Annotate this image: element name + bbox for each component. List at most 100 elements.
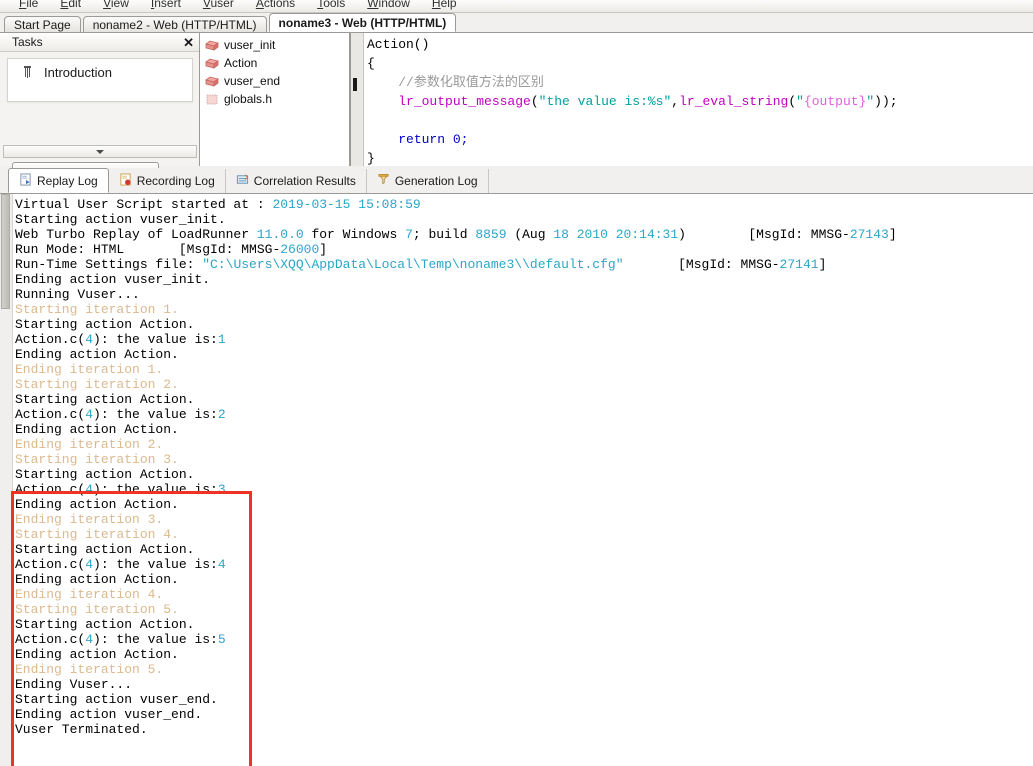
log-line: Action.c(4): the value is:5 bbox=[15, 632, 1031, 647]
log-tab-correlation-results[interactable]: Correlation Results bbox=[226, 169, 367, 193]
editor-cursor-marker bbox=[353, 78, 357, 91]
log-segment: Action.c( bbox=[15, 407, 86, 422]
code-call-lr-eval-string: lr_eval_string bbox=[679, 94, 789, 109]
menu-item-actions[interactable]: Actions bbox=[245, 0, 306, 10]
log-segment: 2 bbox=[217, 407, 226, 422]
task-item-introduction[interactable]: Introduction bbox=[8, 59, 192, 85]
log-scrollbar-thumb[interactable] bbox=[1, 194, 10, 309]
generation-log-icon bbox=[377, 173, 390, 189]
close-icon[interactable]: ✕ bbox=[183, 36, 194, 49]
log-segment: 5 bbox=[217, 632, 226, 647]
chevron-down-icon bbox=[96, 149, 104, 154]
log-line: Vuser Terminated. bbox=[15, 722, 1031, 737]
log-segment: 4 bbox=[85, 332, 94, 347]
log-segment: Ending action Action. bbox=[15, 422, 179, 437]
log-segment: ] bbox=[319, 242, 328, 257]
log-segment: 8859 bbox=[475, 227, 507, 242]
log-tab-generation-log[interactable]: Generation Log bbox=[367, 169, 489, 193]
menu-item-insert[interactable]: Insert bbox=[140, 0, 192, 10]
log-segment: Ending iteration 1. bbox=[15, 362, 164, 377]
log-line: Action.c(4): the value is:1 bbox=[15, 332, 1031, 347]
code-call-lr-output-message: lr_output_message bbox=[398, 94, 531, 109]
code-return-value: 0; bbox=[452, 132, 469, 147]
log-segment: 4 bbox=[85, 407, 94, 422]
log-segment: Action.c( bbox=[15, 632, 86, 647]
tree-item-globals-h[interactable]: globals.h bbox=[203, 90, 349, 108]
log-segment: Running Vuser... bbox=[15, 287, 140, 302]
task-item-label: Introduction bbox=[44, 64, 112, 80]
log-segment: Action.c( bbox=[15, 332, 86, 347]
document-tab-0[interactable]: Start Page bbox=[4, 16, 81, 32]
log-line: Action.c(4): the value is:3 bbox=[15, 482, 1031, 497]
tree-item-action[interactable]: Action bbox=[203, 54, 349, 72]
log-line: Ending action vuser_end. bbox=[15, 707, 1031, 722]
log-tab-bar: Replay Log Recording Log Correlation Resul… bbox=[0, 168, 1033, 194]
menu-item-edit[interactable]: Edit bbox=[49, 0, 92, 10]
log-segment: for Windows bbox=[303, 227, 406, 242]
log-segment: "C:\Users\XQQ\AppData\Local\Temp\noname3… bbox=[202, 257, 624, 272]
code-format-string: "the value is:%s" bbox=[538, 94, 672, 109]
log-segment: Run Mode: HTML [MsgId: MMSG- bbox=[15, 242, 281, 257]
log-segment: Action.c( bbox=[15, 557, 86, 572]
document-tab-2[interactable]: noname3 - Web (HTTP/HTML) bbox=[268, 13, 457, 32]
log-tab-recording-log[interactable]: Recording Log bbox=[109, 169, 226, 193]
menu-item-view[interactable]: View bbox=[92, 0, 140, 10]
log-line: Ending action Action. bbox=[15, 647, 1031, 662]
editor-code[interactable]: Action() { //参数化取值方法的区别 lr_output_messag… bbox=[367, 35, 1029, 168]
log-segment: ] bbox=[888, 227, 897, 242]
log-segment: ): the value is: bbox=[93, 332, 218, 347]
log-line: Starting iteration 1. bbox=[15, 302, 1031, 317]
log-line: Ending Vuser... bbox=[15, 677, 1031, 692]
upper-work-area: Tasks ✕ Introduction Return to Workflow … bbox=[0, 33, 1033, 186]
tree-item-vuser-end[interactable]: vuser_end bbox=[203, 72, 349, 90]
menu-item-file[interactable]: File bbox=[8, 0, 49, 10]
log-tab-replay-log[interactable]: Replay Log bbox=[8, 168, 109, 193]
code-parameter-output: {output} bbox=[803, 94, 867, 109]
log-line: Starting action Action. bbox=[15, 467, 1031, 482]
log-segment: Starting action Action. bbox=[15, 467, 195, 482]
correlation-results-icon bbox=[236, 173, 249, 189]
log-line: Ending action Action. bbox=[15, 347, 1031, 362]
replay-log-panel[interactable]: Virtual User Script started at : 2019-03… bbox=[0, 194, 1033, 766]
menu-bar: File Edit View Insert Vuser Actions Tools Windo… bbox=[0, 0, 1033, 13]
log-line: Starting iteration 4. bbox=[15, 527, 1031, 542]
log-segment: Ending action vuser_end. bbox=[15, 707, 203, 722]
code-editor-pane[interactable]: Action() { //参数化取值方法的区别 lr_output_messag… bbox=[350, 33, 1033, 166]
log-line: Ending iteration 2. bbox=[15, 437, 1031, 452]
log-segment: 11.0.0 bbox=[256, 227, 304, 242]
tree-item-vuser-init[interactable]: vuser_init bbox=[203, 36, 349, 54]
log-segment: Ending iteration 2. bbox=[15, 437, 164, 452]
log-segment: Ending action Action. bbox=[15, 647, 179, 662]
log-segment: Starting iteration 3. bbox=[15, 452, 179, 467]
menu-item-help[interactable]: Help bbox=[421, 0, 468, 10]
log-line: Ending iteration 3. bbox=[15, 512, 1031, 527]
log-segment: 27143 bbox=[849, 227, 889, 242]
log-tab-label: Replay Log bbox=[37, 173, 98, 188]
menu-item-window[interactable]: Window bbox=[356, 0, 421, 10]
log-segment: Ending action Action. bbox=[15, 347, 179, 362]
log-vertical-scrollbar[interactable] bbox=[0, 194, 13, 766]
log-segment: Virtual User Script started at : bbox=[15, 197, 273, 212]
tasks-pane: Tasks ✕ Introduction Return to Workflow bbox=[0, 33, 200, 186]
document-tab-1[interactable]: noname2 - Web (HTTP/HTML) bbox=[82, 16, 267, 32]
log-segment: Starting iteration 2. bbox=[15, 377, 179, 392]
log-segment: ) [MsgId: MMSG- bbox=[678, 227, 850, 242]
log-segment: Starting action Action. bbox=[15, 392, 195, 407]
menu-item-tools[interactable]: Tools bbox=[306, 0, 356, 10]
log-segment: Ending iteration 5. bbox=[15, 662, 164, 677]
log-segment: 4 bbox=[85, 557, 94, 572]
menu-item-vuser[interactable]: Vuser bbox=[192, 0, 245, 10]
tasks-dropdown[interactable] bbox=[3, 145, 197, 158]
log-segment: Action.c( bbox=[15, 482, 86, 497]
tasks-title: Tasks bbox=[12, 35, 43, 49]
log-segment: Starting iteration 5. bbox=[15, 602, 179, 617]
log-line: Ending iteration 1. bbox=[15, 362, 1031, 377]
log-segment: Starting action vuser_init. bbox=[15, 212, 226, 227]
log-line: Ending iteration 4. bbox=[15, 587, 1031, 602]
log-segment: Starting action vuser_end. bbox=[15, 692, 218, 707]
action-brick-icon bbox=[205, 76, 219, 87]
log-tab-label: Correlation Results bbox=[253, 174, 356, 188]
log-segment: Ending action Action. bbox=[15, 497, 179, 512]
log-output-text: Virtual User Script started at : 2019-03… bbox=[15, 197, 1031, 737]
log-line: Run-Time Settings file: "C:\Users\XQQ\Ap… bbox=[15, 257, 1031, 272]
